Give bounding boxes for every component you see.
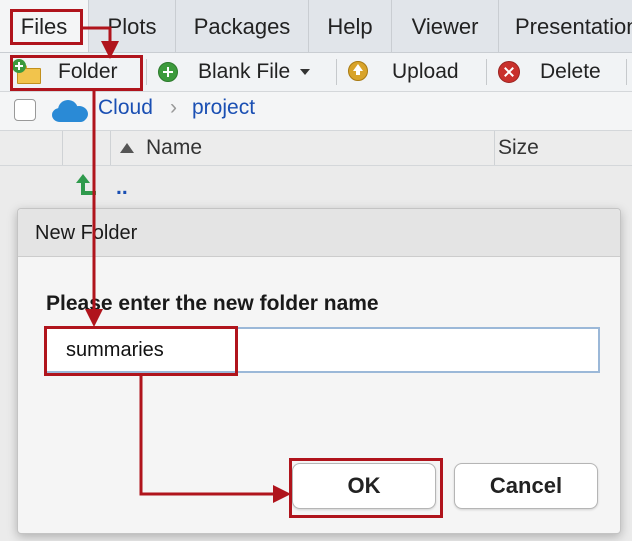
parent-folder-icon — [74, 174, 98, 198]
files-pane: Files Plots Packages Help Viewer Present… — [0, 0, 632, 541]
delete-label: Delete — [540, 60, 601, 83]
toolbar-divider — [336, 59, 337, 85]
delete-icon — [498, 61, 520, 83]
new-folder-dialog: New Folder Please enter the new folder n… — [17, 208, 621, 534]
column-header-size[interactable]: Size — [498, 136, 539, 160]
tab-presentation[interactable]: Presentation — [499, 0, 632, 52]
chevron-down-icon — [300, 69, 311, 75]
column-divider — [62, 131, 63, 165]
toolbar-divider — [486, 59, 487, 85]
add-icon — [158, 62, 178, 82]
toolbar-divider — [146, 59, 147, 85]
tab-help[interactable]: Help — [309, 0, 392, 52]
upload-label: Upload — [392, 60, 459, 83]
cancel-button[interactable]: Cancel — [454, 463, 598, 509]
dialog-title-bar: New Folder — [18, 209, 620, 257]
cloud-icon — [50, 98, 90, 124]
column-header-name[interactable]: Name — [146, 136, 202, 160]
files-toolbar: Folder Blank File Upload Delete — [0, 53, 632, 92]
breadcrumb-cloud[interactable]: Cloud — [98, 96, 153, 120]
dialog-prompt: Please enter the new folder name — [46, 292, 379, 315]
toolbar-divider — [626, 59, 627, 85]
upload-icon — [348, 61, 370, 85]
new-folder-icon — [12, 59, 41, 84]
parent-directory-link[interactable]: .. — [116, 176, 128, 200]
folder-name-input[interactable] — [44, 327, 600, 373]
blank-file-label: Blank File — [198, 60, 291, 83]
new-folder-label: Folder — [58, 60, 118, 83]
breadcrumb-project[interactable]: project — [192, 96, 255, 120]
ok-button[interactable]: OK — [292, 463, 436, 509]
tab-plots[interactable]: Plots — [89, 0, 176, 52]
tab-bar: Files Plots Packages Help Viewer Present… — [0, 0, 632, 53]
tab-packages[interactable]: Packages — [176, 0, 309, 52]
tab-viewer[interactable]: Viewer — [392, 0, 499, 52]
upload-button[interactable]: Upload — [348, 53, 459, 91]
new-folder-button[interactable]: Folder — [12, 53, 118, 91]
dialog-title: New Folder — [35, 222, 138, 244]
breadcrumb-separator: › — [170, 96, 177, 119]
tab-files[interactable]: Files — [0, 0, 89, 52]
select-all-checkbox[interactable] — [14, 99, 36, 121]
column-divider — [494, 131, 495, 165]
file-list-header: Name Size — [0, 131, 632, 166]
column-divider — [110, 131, 111, 165]
delete-button[interactable]: Delete — [498, 53, 601, 91]
breadcrumb: Cloud › project — [0, 92, 632, 131]
blank-file-button[interactable]: Blank File — [158, 53, 311, 91]
sort-ascending-icon — [120, 143, 134, 153]
